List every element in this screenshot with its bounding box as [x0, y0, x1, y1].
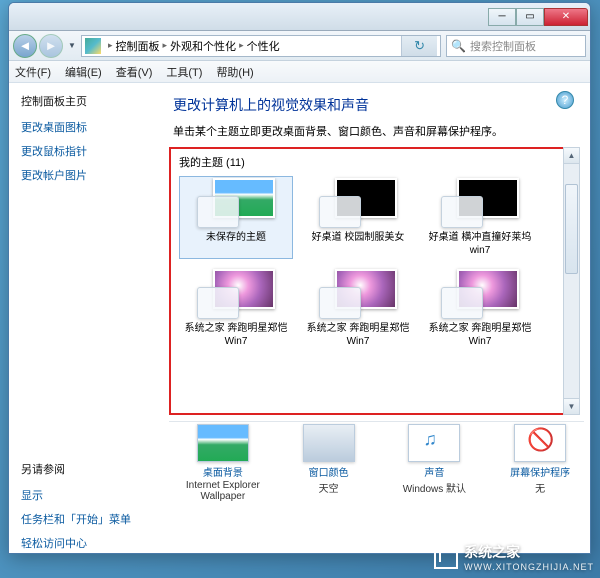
nav-history-dropdown[interactable]: ▼: [65, 35, 79, 57]
page-title: 更改计算机上的视觉效果和声音: [173, 95, 584, 115]
sounds-item[interactable]: 声音 Windows 默认: [391, 424, 479, 502]
menu-view[interactable]: 查看(V): [116, 64, 153, 80]
desktop-background-value: Internet Explorer Wallpaper: [179, 480, 267, 502]
theme-item[interactable]: 好桌道 横冲直撞好莱坞win7: [423, 176, 537, 259]
theme-thumbnail: [197, 269, 275, 319]
watermark-url: WWW.XITONGZHIJIA.NET: [464, 562, 594, 572]
desktop-background-label: 桌面背景: [203, 464, 243, 479]
sidebar-home[interactable]: 控制面板主页: [21, 93, 157, 109]
theme-name: 系统之家 奔跑明星郑恺Win7: [181, 323, 291, 348]
main-content: ? 更改计算机上的视觉效果和声音 单击某个主题立即更改桌面背景、窗口颜色、声音和…: [169, 83, 590, 553]
watermark-icon: [434, 545, 458, 569]
window-color-label: 窗口颜色: [309, 464, 349, 479]
search-placeholder: 搜索控制面板: [470, 38, 536, 54]
theme-name: 系统之家 奔跑明星郑恺Win7: [425, 323, 535, 348]
theme-overlay: [197, 287, 239, 319]
breadcrumb-seg[interactable]: 个性化: [247, 38, 280, 54]
theme-item[interactable]: 系统之家 奔跑明星郑恺Win7: [301, 267, 415, 350]
screensaver-item[interactable]: 屏幕保护程序 无: [496, 424, 584, 502]
theme-item[interactable]: 好桌道 校园制服美女: [301, 176, 415, 259]
sidebar-link-account-picture[interactable]: 更改帐户图片: [21, 167, 157, 183]
theme-item[interactable]: 系统之家 奔跑明星郑恺Win7: [179, 267, 293, 350]
theme-name: 好桌道 横冲直撞好莱坞win7: [425, 232, 535, 257]
refresh-button[interactable]: ↻: [401, 36, 437, 56]
sounds-value: Windows 默认: [403, 480, 466, 495]
theme-category-label: 我的主题 (11): [179, 154, 576, 170]
theme-item[interactable]: 未保存的主题: [179, 176, 293, 259]
theme-thumbnail: [441, 178, 519, 228]
see-also-header: 另请参阅: [21, 461, 157, 477]
theme-overlay: [197, 196, 239, 228]
screensaver-value: 无: [535, 480, 545, 495]
close-button[interactable]: ✕: [544, 8, 588, 26]
watermark: 系统之家 WWW.XITONGZHIJIA.NET: [434, 542, 594, 572]
back-button[interactable]: ◄: [13, 34, 37, 58]
titlebar: ─ ▭ ✕: [9, 3, 590, 31]
scroll-up-button[interactable]: ▲: [564, 148, 579, 164]
theme-name: 系统之家 奔跑明星郑恺Win7: [303, 323, 413, 348]
sound-icon: [408, 424, 460, 462]
menu-tools[interactable]: 工具(T): [166, 64, 202, 80]
window-color-item[interactable]: 窗口颜色 天空: [285, 424, 373, 502]
theme-overlay: [319, 196, 361, 228]
page-description: 单击某个主题立即更改桌面背景、窗口颜色、声音和屏幕保护程序。: [173, 123, 584, 139]
sidebar-link-display[interactable]: 显示: [21, 487, 157, 503]
screensaver-label: 屏幕保护程序: [510, 464, 570, 479]
color-icon: [303, 424, 355, 462]
sidebar-link-mouse-pointers[interactable]: 更改鼠标指针: [21, 143, 157, 159]
scrollbar-thumb[interactable]: [565, 184, 578, 274]
watermark-name: 系统之家: [464, 544, 520, 560]
minimize-button[interactable]: ─: [488, 8, 516, 26]
search-icon: 🔍: [451, 39, 466, 53]
screensaver-icon: [514, 424, 566, 462]
themes-panel: 我的主题 (11) 未保存的主题 好桌道 校园制服美女 好桌道 横冲直撞好莱坞win…: [169, 147, 580, 415]
maximize-button[interactable]: ▭: [516, 8, 544, 26]
control-panel-icon: [85, 38, 101, 54]
theme-item[interactable]: 系统之家 奔跑明星郑恺Win7: [423, 267, 537, 350]
theme-thumbnail: [319, 178, 397, 228]
navbar: ◄ ► ▼ ▸ 控制面板 ▸ 外观和个性化 ▸ 个性化 ↻ 🔍 搜索控制面板: [9, 31, 590, 61]
settings-row: 桌面背景 Internet Explorer Wallpaper 窗口颜色 天空…: [169, 421, 584, 502]
theme-thumbnail: [441, 269, 519, 319]
help-icon[interactable]: ?: [556, 91, 574, 109]
sidebar-link-desktop-icons[interactable]: 更改桌面图标: [21, 119, 157, 135]
window-color-value: 天空: [319, 480, 339, 495]
theme-overlay: [319, 287, 361, 319]
sidebar-link-taskbar[interactable]: 任务栏和「开始」菜单: [21, 511, 157, 527]
scrollbar[interactable]: ▲ ▼: [563, 147, 580, 415]
menu-edit[interactable]: 编辑(E): [65, 64, 102, 80]
breadcrumb-seg[interactable]: 控制面板: [116, 38, 160, 54]
theme-name: 好桌道 校园制服美女: [312, 232, 405, 245]
menu-help[interactable]: 帮助(H): [216, 64, 253, 80]
window: ─ ▭ ✕ ◄ ► ▼ ▸ 控制面板 ▸ 外观和个性化 ▸ 个性化 ↻ 🔍 搜索…: [8, 2, 591, 554]
forward-button[interactable]: ►: [39, 34, 63, 58]
desktop-background-item[interactable]: 桌面背景 Internet Explorer Wallpaper: [179, 424, 267, 502]
breadcrumb-seg[interactable]: 外观和个性化: [170, 38, 236, 54]
sidebar-link-ease-of-access[interactable]: 轻松访问中心: [21, 535, 157, 551]
menu-file[interactable]: 文件(F): [15, 64, 51, 80]
sidebar: 控制面板主页 更改桌面图标 更改鼠标指针 更改帐户图片 另请参阅 显示 任务栏和…: [9, 83, 169, 553]
wallpaper-icon: [197, 424, 249, 462]
search-input[interactable]: 🔍 搜索控制面板: [446, 35, 586, 57]
theme-overlay: [441, 196, 483, 228]
scroll-down-button[interactable]: ▼: [564, 398, 579, 414]
menubar: 文件(F) 编辑(E) 查看(V) 工具(T) 帮助(H): [9, 61, 590, 83]
address-bar[interactable]: ▸ 控制面板 ▸ 外观和个性化 ▸ 个性化 ↻: [81, 35, 441, 57]
theme-name: 未保存的主题: [206, 232, 266, 245]
sounds-label: 声音: [424, 464, 444, 479]
theme-overlay: [441, 287, 483, 319]
theme-thumbnail: [197, 178, 275, 228]
theme-thumbnail: [319, 269, 397, 319]
